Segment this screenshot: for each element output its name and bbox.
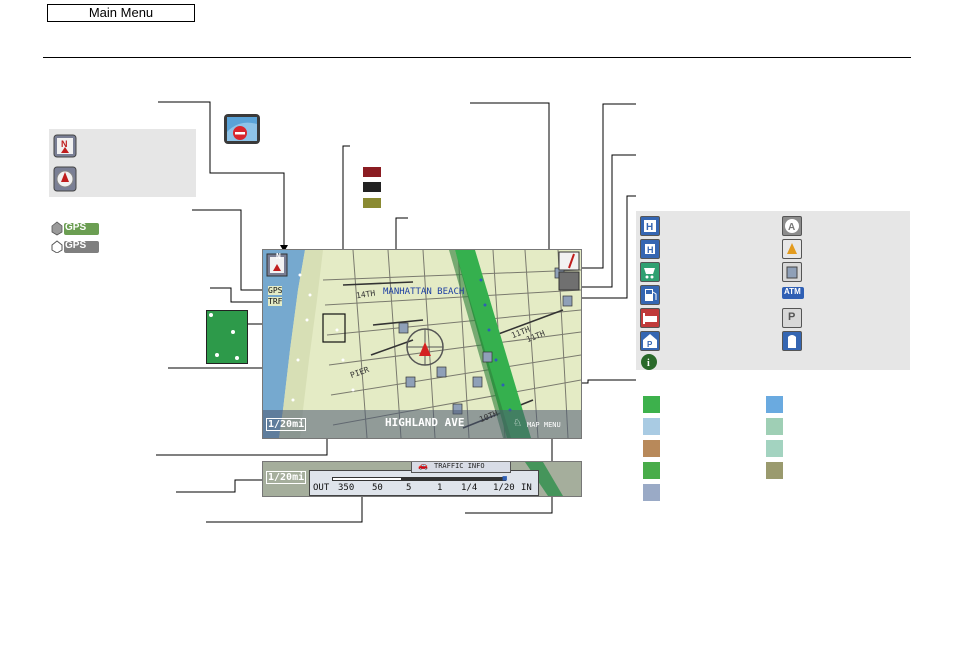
traffic-tick-3: 1 — [437, 483, 443, 493]
traffic-tick-5: 1/20 — [493, 483, 515, 493]
svg-text:i: i — [647, 358, 650, 369]
current-street: HIGHLAND AVE — [385, 416, 465, 429]
building-icon — [782, 331, 802, 351]
parking-label: P — [788, 311, 796, 323]
north-letter-icon: N — [61, 139, 68, 149]
shopping-icon — [640, 262, 660, 282]
color-swatch-8 — [766, 462, 783, 479]
traffic-info-title: TRAFFIC INFO — [434, 462, 485, 470]
gps-legend: GPS GPS — [50, 221, 100, 254]
traffic-out: OUT — [313, 483, 330, 493]
gas-station-icon — [640, 285, 660, 305]
orientation-legend: N — [49, 129, 196, 197]
inset-zoom — [206, 310, 248, 364]
color-swatch-6 — [766, 440, 783, 457]
map-menu-icon: ♘ — [513, 418, 522, 429]
color-swatch-2 — [766, 396, 783, 413]
svg-text:H: H — [647, 245, 654, 255]
traffic-tick-2: 5 — [406, 483, 412, 493]
gps-label-1: GPS — [65, 222, 87, 233]
traffic-slow-swatch — [363, 198, 381, 208]
hospital-icon: H — [640, 239, 660, 259]
gps-label-2: GPS — [65, 240, 87, 251]
atm-label: ATM — [784, 287, 801, 296]
restaurant-icon — [782, 239, 802, 259]
poi-legend: H H P i A ATM P — [636, 211, 910, 370]
gps-indicator: GPS — [268, 286, 283, 295]
north-up-letter: N — [276, 252, 281, 261]
atm-icon: ATM — [782, 287, 804, 299]
map-menu-button[interactable]: MAP MENU — [527, 421, 561, 429]
traffic-scale-white — [332, 477, 402, 481]
map-screen[interactable]: N GPS TRF MANHATTAN BEACH 14TH 11TH 11TH… — [262, 249, 582, 439]
traffic-closed-swatch — [363, 182, 381, 192]
color-swatch-9 — [643, 484, 660, 501]
lodging-icon — [640, 308, 660, 328]
parking-garage-icon: P — [640, 331, 660, 351]
traffic-tick-0: 350 — [338, 483, 355, 493]
traffic-screen[interactable]: 1/20mi ■ OUT 350 50 5 1 1/4 1/20 IN 🚗 TR… — [262, 461, 582, 497]
map-scale[interactable]: 1/20mi — [266, 418, 307, 431]
color-swatch-3 — [643, 418, 660, 435]
orientation-icons: N — [53, 134, 77, 192]
svg-text:P: P — [647, 340, 653, 349]
traffic-info-tab: 🚗 TRAFFIC INFO — [411, 462, 511, 473]
traffic-tick-4: 1/4 — [461, 483, 478, 493]
place-label: MANHATTAN BEACH — [383, 287, 465, 297]
car-icon: 🚗 — [418, 461, 428, 470]
color-swatch-1 — [643, 396, 660, 413]
info-icon: i — [640, 354, 658, 370]
bank-icon — [782, 262, 802, 282]
map-canvas[interactable] — [263, 250, 581, 438]
trf-indicator: TRF — [268, 297, 283, 306]
acura-dealer-icon: A — [782, 216, 802, 236]
traffic-in: IN — [521, 483, 532, 493]
traffic-scale[interactable]: 1/20mi — [266, 471, 307, 484]
color-swatch-4 — [766, 418, 783, 435]
color-swatch-7 — [643, 462, 660, 479]
honda-dealer-icon: H — [640, 216, 660, 236]
traffic-heavy-swatch — [363, 167, 381, 177]
traffic-incident-icon — [224, 114, 260, 144]
color-swatch-5 — [643, 440, 660, 457]
scale-pointer-icon: ■ — [502, 473, 508, 483]
traffic-bar: ■ OUT 350 50 5 1 1/4 1/20 IN — [309, 470, 539, 496]
svg-text:H: H — [646, 222, 653, 233]
svg-text:A: A — [788, 222, 795, 233]
traffic-tick-1: 50 — [372, 483, 383, 493]
parking-lot-icon: P — [782, 308, 802, 328]
